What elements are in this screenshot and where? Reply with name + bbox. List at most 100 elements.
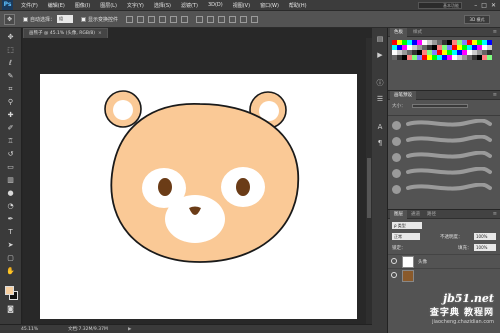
panel-menu-icon[interactable]: ≡ <box>493 210 497 219</box>
shape-tool-icon[interactable]: ▢ <box>4 253 17 264</box>
visibility-eye-icon[interactable] <box>391 258 397 264</box>
swatches-panel-header: 色板 样式 ≡ <box>388 28 500 37</box>
pen-tool-icon[interactable]: ✒ <box>4 214 17 225</box>
canvas[interactable] <box>40 74 357 319</box>
menu-file[interactable]: 文件(F) <box>16 2 43 9</box>
menu-type[interactable]: 文字(Y) <box>122 2 149 9</box>
document-size: 文档:7.32M/9.37M <box>68 327 108 332</box>
layer-kind-filter[interactable]: ρ 类型 <box>392 222 422 229</box>
tab-styles[interactable]: 样式 <box>410 28 425 37</box>
tab-channels[interactable]: 通道 <box>408 210 423 219</box>
brush-tip-5[interactable] <box>392 185 401 194</box>
lasso-tool-icon[interactable]: ℓ <box>4 58 17 69</box>
tab-brush-presets[interactable]: 画笔预设 <box>390 91 416 100</box>
brush-tool-icon[interactable]: ✐ <box>4 123 17 134</box>
menu-window[interactable]: 窗口(W) <box>255 2 284 9</box>
zoom-level[interactable]: 45.11% <box>21 325 38 333</box>
document-tab-title: 画熊子 @ 45.1% (头像, RGB/8) <box>29 31 96 36</box>
blend-mode-select[interactable]: 正常 <box>392 233 420 240</box>
hand-tool-icon[interactable]: ✋ <box>4 266 17 277</box>
panel-menu-icon[interactable]: ≡ <box>493 91 497 100</box>
align-top-icon[interactable] <box>126 15 134 23</box>
status-menu-arrow-icon[interactable]: ▶ <box>128 325 131 333</box>
history-panel-icon[interactable]: ▤ <box>375 34 385 44</box>
brush-size-slider[interactable] <box>412 104 468 108</box>
actions-panel-icon[interactable]: ▶ <box>375 50 385 60</box>
gradient-tool-icon[interactable]: ▥ <box>4 175 17 186</box>
distribute-vcenter-icon[interactable] <box>207 15 215 23</box>
brush-tip-2[interactable] <box>392 137 401 146</box>
properties-panel-icon[interactable]: ☰ <box>375 94 385 104</box>
menu-layer[interactable]: 图层(L) <box>95 2 122 9</box>
quick-select-tool-icon[interactable]: ✎ <box>4 71 17 82</box>
fill-input[interactable]: 100% <box>474 244 496 251</box>
distribute-hcenter-icon[interactable] <box>240 15 248 23</box>
workspace-switcher[interactable]: 基本功能 <box>418 2 462 9</box>
eyedropper-tool-icon[interactable]: ⚲ <box>4 97 17 108</box>
info-panel-icon[interactable]: ⓘ <box>375 78 385 88</box>
move-tool-icon[interactable]: ✥ <box>4 32 17 43</box>
brush-tip-4[interactable] <box>392 169 401 178</box>
history-brush-tool-icon[interactable]: ↺ <box>4 149 17 160</box>
auto-select-label: 自动选择： <box>30 16 56 23</box>
distribute-top-icon[interactable] <box>196 15 204 23</box>
tab-paths[interactable]: 路径 <box>424 210 439 219</box>
eraser-tool-icon[interactable]: ▭ <box>4 162 17 173</box>
panel-menu-icon[interactable]: ≡ <box>493 28 497 37</box>
paragraph-panel-icon[interactable]: ¶ <box>375 138 385 148</box>
type-tool-icon[interactable]: T <box>4 227 17 238</box>
crop-tool-icon[interactable]: ⌗ <box>4 84 17 95</box>
menu-edit[interactable]: 编辑(E) <box>43 2 70 9</box>
align-vcenter-icon[interactable] <box>137 15 145 23</box>
foreground-color-swatch[interactable] <box>5 286 14 295</box>
document-close-icon[interactable]: × <box>98 31 102 36</box>
visibility-eye-icon[interactable] <box>391 272 397 278</box>
maximize-button[interactable]: □ <box>481 1 487 10</box>
brush-presets-header: 画笔预设 ≡ <box>388 91 500 100</box>
menu-help[interactable]: 帮助(H) <box>284 2 312 9</box>
character-panel-icon[interactable]: A <box>375 122 385 132</box>
menu-image[interactable]: 图像(I) <box>70 2 95 9</box>
brush-tip-1[interactable] <box>392 121 401 130</box>
document-area: 画熊子 @ 45.1% (头像, RGB/8) × <box>23 28 372 324</box>
auto-select-dropdown[interactable]: 组 <box>57 15 74 23</box>
watermark-cn: 查字典 教程网 <box>429 308 494 318</box>
right-eye <box>236 178 250 196</box>
align-hcenter-icon[interactable] <box>170 15 178 23</box>
layer-row[interactable]: 头像 <box>388 254 500 268</box>
distribute-left-icon[interactable] <box>229 15 237 23</box>
auto-select-checkbox[interactable] <box>23 16 28 22</box>
minimize-button[interactable]: – <box>474 1 477 10</box>
quick-mask-icon[interactable]: ◙ <box>4 304 17 315</box>
menu-3d[interactable]: 3D(D) <box>203 2 228 8</box>
brush-stroke-1 <box>406 119 492 127</box>
menu-select[interactable]: 选择(S) <box>149 2 176 9</box>
blur-tool-icon[interactable]: ● <box>4 188 17 199</box>
move-tool-icon[interactable]: ✥ <box>4 13 15 25</box>
color-swatch[interactable] <box>487 55 492 60</box>
tab-swatches[interactable]: 色板 <box>390 28 407 37</box>
distribute-right-icon[interactable] <box>251 15 259 23</box>
opacity-input[interactable]: 100% <box>474 233 496 240</box>
brush-tip-3[interactable] <box>392 153 401 162</box>
marquee-tool-icon[interactable]: ⬚ <box>4 45 17 56</box>
show-transform-checkbox[interactable] <box>81 16 87 22</box>
align-bottom-icon[interactable] <box>148 15 156 23</box>
scrollbar-thumb[interactable] <box>367 158 371 218</box>
clone-stamp-tool-icon[interactable]: ♖ <box>4 136 17 147</box>
brush-stroke-5 <box>406 183 492 191</box>
layer-row[interactable] <box>388 268 500 282</box>
path-select-tool-icon[interactable]: ➤ <box>4 240 17 251</box>
healing-brush-tool-icon[interactable]: ✚ <box>4 110 17 121</box>
3d-mode-button[interactable]: 3D 模式 <box>464 15 490 24</box>
document-tab[interactable]: 画熊子 @ 45.1% (头像, RGB/8) × <box>23 28 108 38</box>
menu-filter[interactable]: 滤镜(T) <box>176 2 203 9</box>
align-right-icon[interactable] <box>181 15 189 23</box>
distribute-bottom-icon[interactable] <box>218 15 226 23</box>
collapsed-panels-column: ▤ ▶ ⓘ ☰ A ¶ <box>372 28 388 333</box>
close-window-button[interactable]: ✕ <box>491 1 496 10</box>
align-left-icon[interactable] <box>159 15 167 23</box>
tab-layers[interactable]: 图层 <box>390 210 407 219</box>
dodge-tool-icon[interactable]: ◔ <box>4 201 17 212</box>
menu-view[interactable]: 视图(V) <box>228 2 255 9</box>
